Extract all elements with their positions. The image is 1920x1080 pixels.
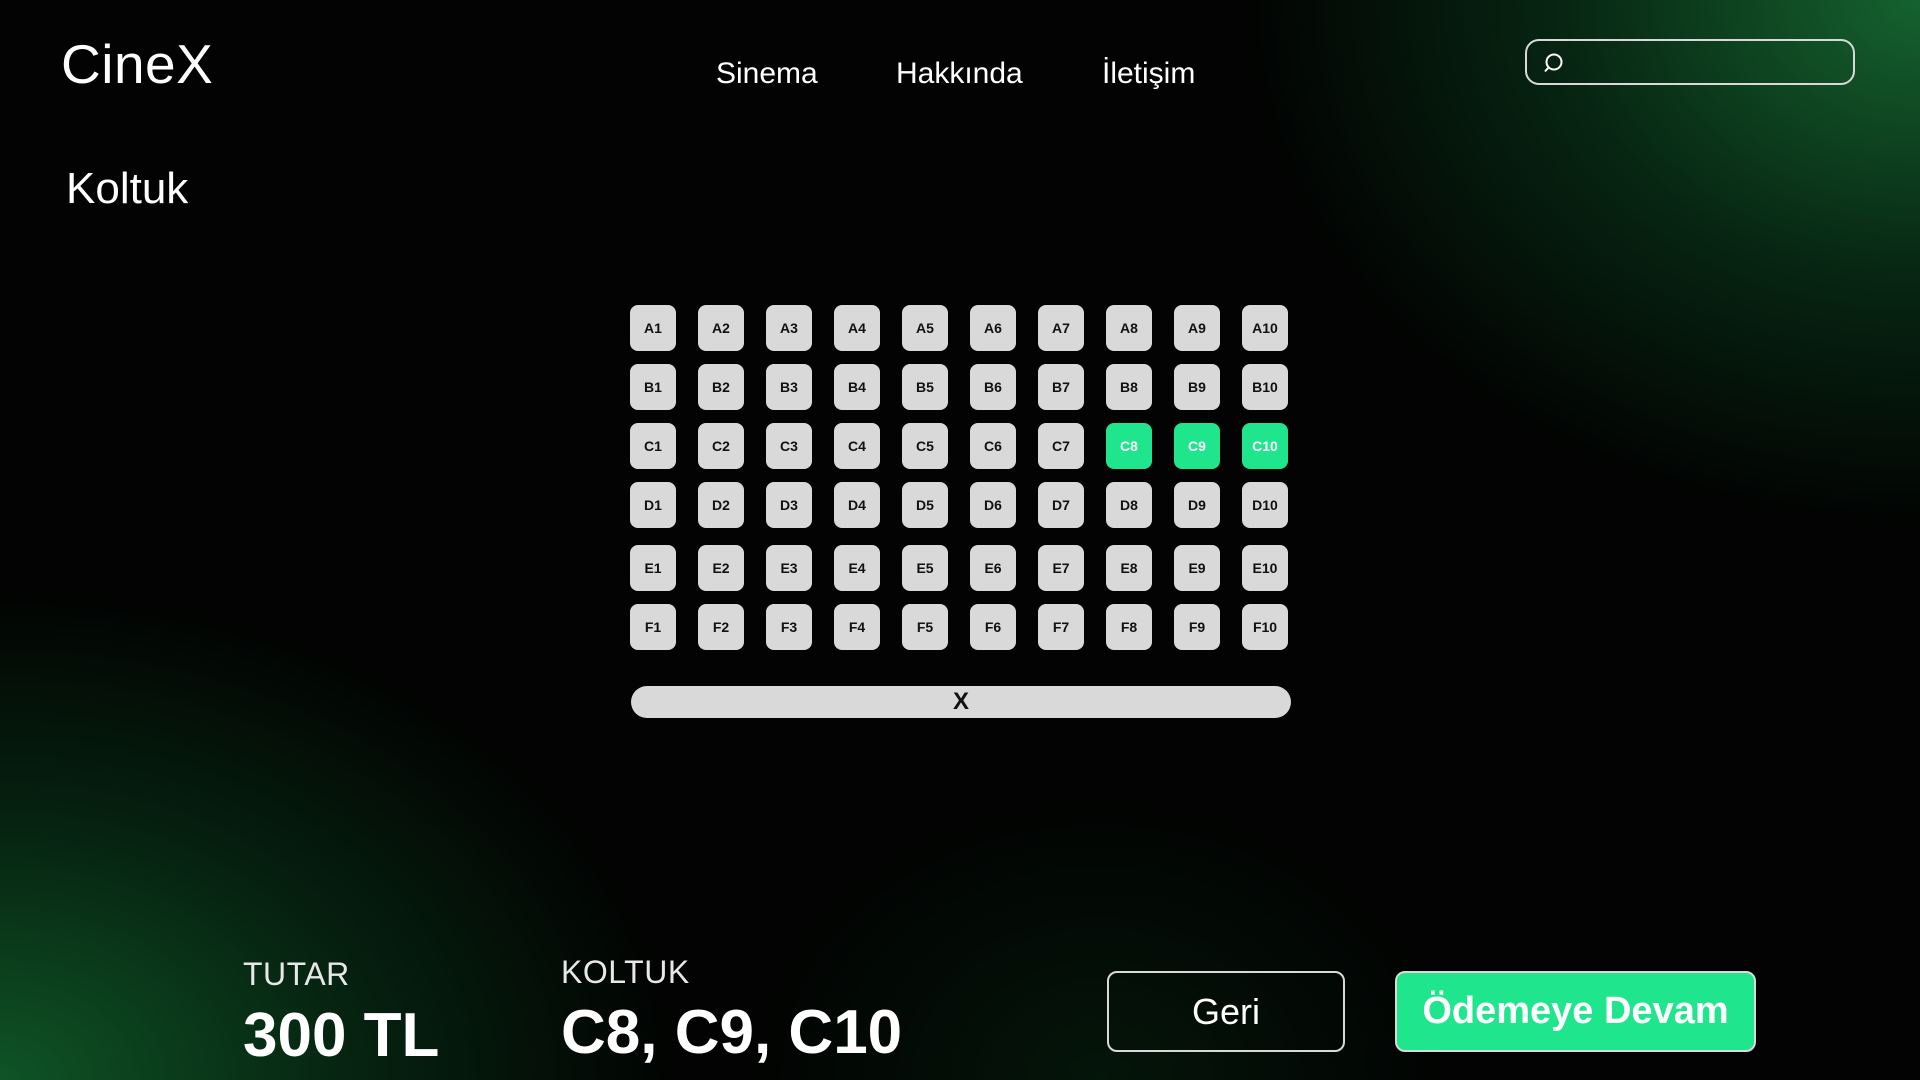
search-input[interactable]: [1575, 45, 1839, 81]
seat-c6[interactable]: C6: [970, 423, 1016, 469]
seat-d3[interactable]: D3: [766, 482, 812, 528]
cinema-screen-bar: X: [631, 686, 1291, 718]
seat-f3[interactable]: F3: [766, 604, 812, 650]
nav-item-iletisim[interactable]: İletişim: [1102, 52, 1195, 96]
seat-f4[interactable]: F4: [834, 604, 880, 650]
selected-seats-label: KOLTUK: [561, 954, 690, 990]
seat-row: E1 E2 E3 E4 E5 E6 E7 E8 E9 E10: [630, 545, 1292, 591]
seat-b10[interactable]: B10: [1242, 364, 1288, 410]
seat-c4[interactable]: C4: [834, 423, 880, 469]
seat-b8[interactable]: B8: [1106, 364, 1152, 410]
seat-b2[interactable]: B2: [698, 364, 744, 410]
seat-b7[interactable]: B7: [1038, 364, 1084, 410]
seat-e7[interactable]: E7: [1038, 545, 1084, 591]
seat-a3[interactable]: A3: [766, 305, 812, 351]
seat-d2[interactable]: D2: [698, 482, 744, 528]
seat-f5[interactable]: F5: [902, 604, 948, 650]
seat-f10[interactable]: F10: [1242, 604, 1288, 650]
seat-f8[interactable]: F8: [1106, 604, 1152, 650]
seat-e9[interactable]: E9: [1174, 545, 1220, 591]
seat-d7[interactable]: D7: [1038, 482, 1084, 528]
seat-e1[interactable]: E1: [630, 545, 676, 591]
seat-a2[interactable]: A2: [698, 305, 744, 351]
back-button-label: Geri: [1191, 990, 1260, 1032]
nav-item-hakkinda[interactable]: Hakkında: [896, 52, 1023, 96]
seat-a5[interactable]: A5: [902, 305, 948, 351]
selected-seats-value: C8, C9, C10: [561, 998, 903, 1067]
seat-b3[interactable]: B3: [766, 364, 812, 410]
seat-d1[interactable]: D1: [630, 482, 676, 528]
seat-b4[interactable]: B4: [834, 364, 880, 410]
seat-f9[interactable]: F9: [1174, 604, 1220, 650]
seat-f7[interactable]: F7: [1038, 604, 1084, 650]
seat-c10[interactable]: C10: [1242, 423, 1288, 469]
seat-d6[interactable]: D6: [970, 482, 1016, 528]
amount-value: 300 TL: [243, 1001, 440, 1070]
seat-c2[interactable]: C2: [698, 423, 744, 469]
seat-d8[interactable]: D8: [1106, 482, 1152, 528]
seat-d10[interactable]: D10: [1242, 482, 1288, 528]
seat-e5[interactable]: E5: [902, 545, 948, 591]
seat-e3[interactable]: E3: [766, 545, 812, 591]
seat-c5[interactable]: C5: [902, 423, 948, 469]
seat-a9[interactable]: A9: [1174, 305, 1220, 351]
seat-a8[interactable]: A8: [1106, 305, 1152, 351]
search-box[interactable]: [1525, 39, 1855, 85]
seat-d5[interactable]: D5: [902, 482, 948, 528]
seat-f1[interactable]: F1: [630, 604, 676, 650]
page-title: Koltuk: [66, 164, 189, 213]
seat-b9[interactable]: B9: [1174, 364, 1220, 410]
seat-a10[interactable]: A10: [1242, 305, 1288, 351]
seat-row: B1 B2 B3 B4 B5 B6 B7 B8 B9 B10: [630, 364, 1292, 410]
seat-a4[interactable]: A4: [834, 305, 880, 351]
back-button[interactable]: Geri: [1107, 971, 1345, 1052]
seat-c8[interactable]: C8: [1106, 423, 1152, 469]
seat-e8[interactable]: E8: [1106, 545, 1152, 591]
search-icon: [1544, 53, 1563, 72]
seat-row: D1 D2 D3 D4 D5 D6 D7 D8 D9 D10: [630, 482, 1292, 528]
seat-c9[interactable]: C9: [1174, 423, 1220, 469]
seat-f2[interactable]: F2: [698, 604, 744, 650]
seat-row: A1 A2 A3 A4 A5 A6 A7 A8 A9 A10: [630, 305, 1292, 351]
seat-d9[interactable]: D9: [1174, 482, 1220, 528]
seat-e10[interactable]: E10: [1242, 545, 1288, 591]
screen-label: X: [952, 688, 969, 715]
seat-c1[interactable]: C1: [630, 423, 676, 469]
seat-a6[interactable]: A6: [970, 305, 1016, 351]
amount-label: TUTAR: [243, 956, 350, 992]
seat-row: C1 C2 C3 C4 C5 C6 C7 C8 C9 C10: [630, 423, 1292, 469]
seat-a1[interactable]: A1: [630, 305, 676, 351]
continue-to-payment-button[interactable]: Ödemeye Devam: [1395, 971, 1756, 1052]
continue-button-label: Ödemeye Devam: [1422, 990, 1729, 1032]
seat-f6[interactable]: F6: [970, 604, 1016, 650]
seat-c7[interactable]: C7: [1038, 423, 1084, 469]
nav-item-sinema[interactable]: Sinema: [716, 52, 818, 96]
seat-a7[interactable]: A7: [1038, 305, 1084, 351]
seat-e2[interactable]: E2: [698, 545, 744, 591]
seat-d4[interactable]: D4: [834, 482, 880, 528]
seat-e4[interactable]: E4: [834, 545, 880, 591]
seat-c3[interactable]: C3: [766, 423, 812, 469]
seat-b5[interactable]: B5: [902, 364, 948, 410]
seat-e6[interactable]: E6: [970, 545, 1016, 591]
seat-b1[interactable]: B1: [630, 364, 676, 410]
seat-row: F1 F2 F3 F4 F5 F6 F7 F8 F9 F10: [630, 604, 1292, 650]
seat-b6[interactable]: B6: [970, 364, 1016, 410]
